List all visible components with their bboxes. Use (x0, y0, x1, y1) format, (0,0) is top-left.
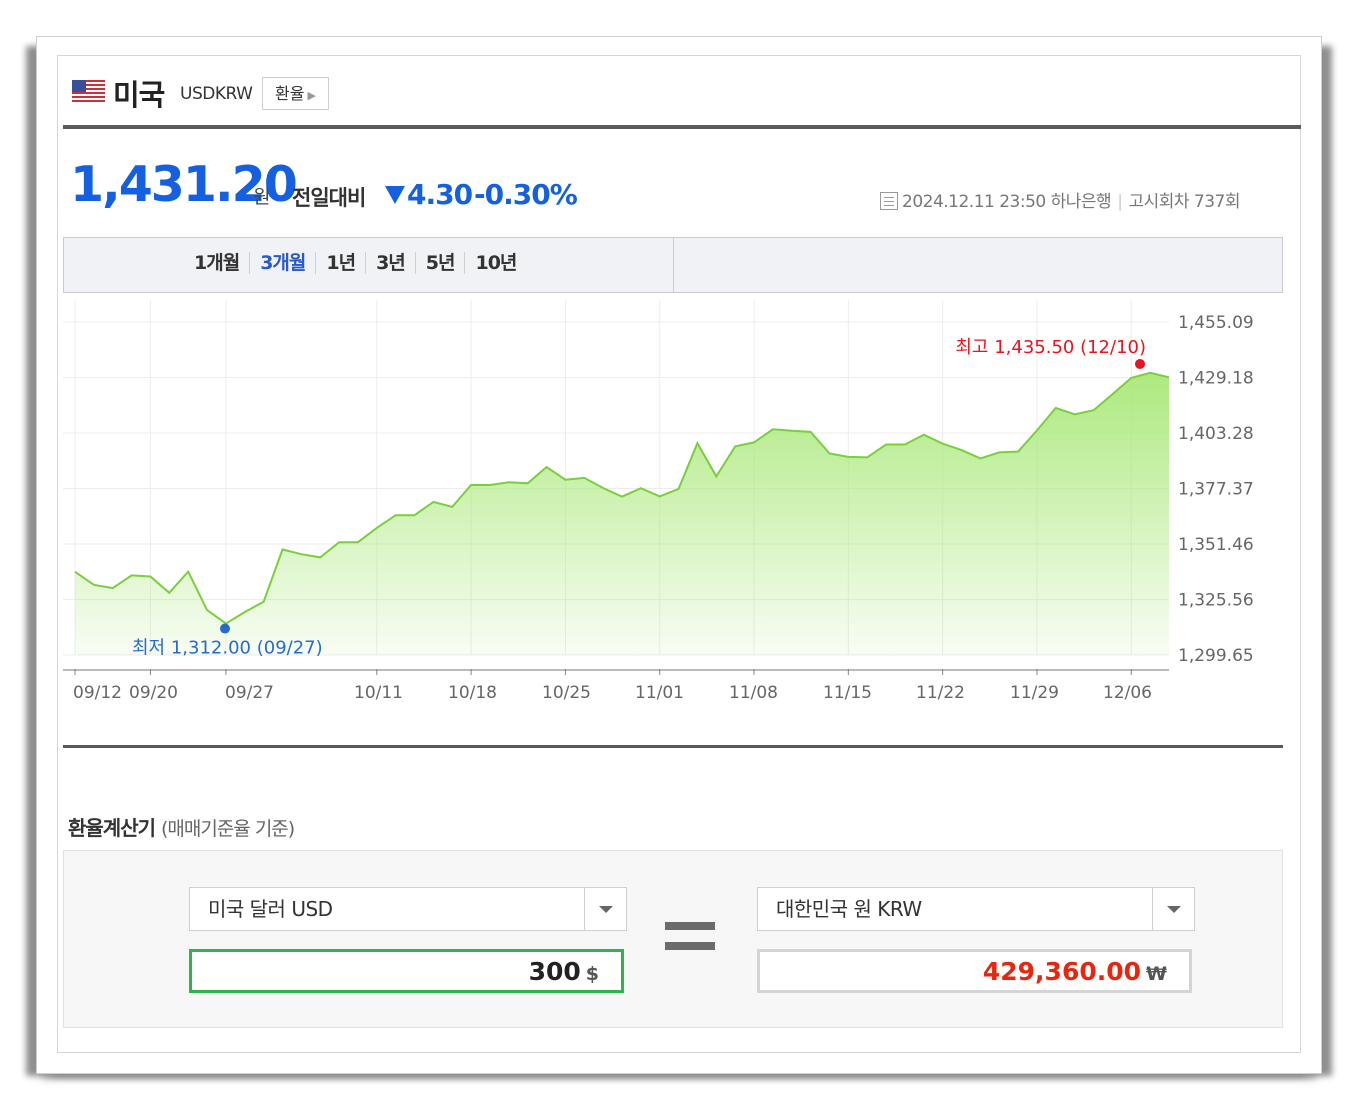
quote-timestamp: 2024.12.11 23:50 (902, 192, 1046, 212)
period-tabbar: 1개월 3개월 1년 3년 5년 10년 (63, 237, 1283, 293)
country-name: 미국 (113, 78, 165, 112)
currency-code: USDKRW (180, 84, 253, 104)
y-tick-label: 1,377.37 (1178, 480, 1254, 500)
x-tick-label: 09/12 (73, 683, 122, 703)
quote-bank: 하나은행 (1050, 192, 1112, 212)
quote-notice: 고시회차 737회 (1128, 192, 1240, 212)
calculator-title-text: 환율계산기 (68, 816, 156, 840)
x-tick-label: 11/22 (916, 683, 965, 703)
equals-icon (665, 922, 715, 950)
fx-link-button[interactable]: 환율 ▶ (262, 77, 329, 110)
y-tick-label: 1,299.65 (1178, 646, 1254, 666)
tabbar-divider (673, 238, 674, 292)
price-unit: 원 (253, 186, 271, 208)
max-point-label: 최고 1,435.50 (12/10) (955, 337, 1146, 358)
price-change-percent: -0.30% (474, 178, 578, 211)
to-amount-unit: ₩ (1146, 963, 1167, 985)
x-tick-label: 11/15 (823, 683, 872, 703)
tab-5-year[interactable]: 5년 (414, 252, 465, 274)
exchange-rate-chart[interactable]: 1,455.09 1,429.18 1,403.28 1,377.37 1,351.46… (63, 300, 1283, 720)
x-tick-label: 11/01 (635, 683, 684, 703)
tab-1-year[interactable]: 1년 (315, 252, 365, 274)
meta-separator: | (1117, 192, 1123, 212)
min-point-label: 최저 1,312.00 (09/27) (132, 638, 323, 659)
calculator-subtitle: (매매기준율 기준) (160, 818, 295, 840)
chevron-down-icon[interactable] (1152, 888, 1194, 930)
y-tick-label: 1,429.18 (1178, 369, 1254, 389)
us-flag-icon (72, 80, 105, 102)
from-currency-select[interactable]: 미국 달러 USD (189, 887, 627, 931)
price-change: 4.30 (407, 178, 473, 211)
y-tick-label: 1,403.28 (1178, 424, 1254, 444)
from-amount-unit: $ (585, 963, 599, 985)
tab-3-month[interactable]: 3개월 (249, 252, 315, 274)
header-divider (63, 125, 1301, 129)
x-tick-label: 10/25 (542, 683, 591, 703)
from-currency-value: 미국 달러 USD (208, 897, 333, 921)
from-amount-value: 300 (528, 957, 581, 986)
max-point-marker (1135, 358, 1145, 369)
chevron-down-icon[interactable] (584, 888, 626, 930)
x-tick-label: 09/20 (129, 683, 178, 703)
to-currency-value: 대한민국 원 KRW (776, 897, 922, 921)
from-amount-input[interactable]: 300 $ (189, 949, 624, 993)
y-tick-label: 1,351.46 (1178, 535, 1254, 555)
tab-10-year[interactable]: 10년 (464, 252, 526, 274)
to-amount-input[interactable]: 429,360.00 ₩ (757, 949, 1192, 993)
y-tick-label: 1,455.09 (1178, 313, 1254, 333)
x-tick-label: 10/11 (354, 683, 403, 703)
quote-meta: 2024.12.11 23:50 하나은행 | 고시회차 737회 (880, 187, 1240, 212)
calculator-title: 환율계산기 (매매기준율 기준) (68, 812, 295, 841)
chart-divider (63, 745, 1283, 748)
fx-link-label: 환율 (275, 84, 305, 103)
y-tick-label: 1,325.56 (1178, 591, 1254, 611)
tab-1-month[interactable]: 1개월 (184, 252, 249, 274)
to-amount-value: 429,360.00 (982, 957, 1142, 986)
compare-label: 전일대비 (292, 186, 366, 210)
document-icon (880, 192, 898, 210)
chevron-right-icon: ▶ (307, 89, 316, 102)
x-tick-label: 11/08 (729, 683, 778, 703)
x-tick-label: 09/27 (225, 683, 274, 703)
x-tick-label: 10/18 (448, 683, 497, 703)
chart-area-fill (75, 372, 1169, 655)
period-tabs: 1개월 3개월 1년 3년 5년 10년 (184, 252, 526, 274)
down-arrow-icon (385, 186, 405, 204)
tab-3-year[interactable]: 3년 (365, 252, 415, 274)
x-tick-label: 11/29 (1010, 683, 1059, 703)
min-point-marker (220, 623, 230, 634)
to-currency-select[interactable]: 대한민국 원 KRW (757, 887, 1195, 931)
x-tick-label: 12/06 (1103, 683, 1152, 703)
